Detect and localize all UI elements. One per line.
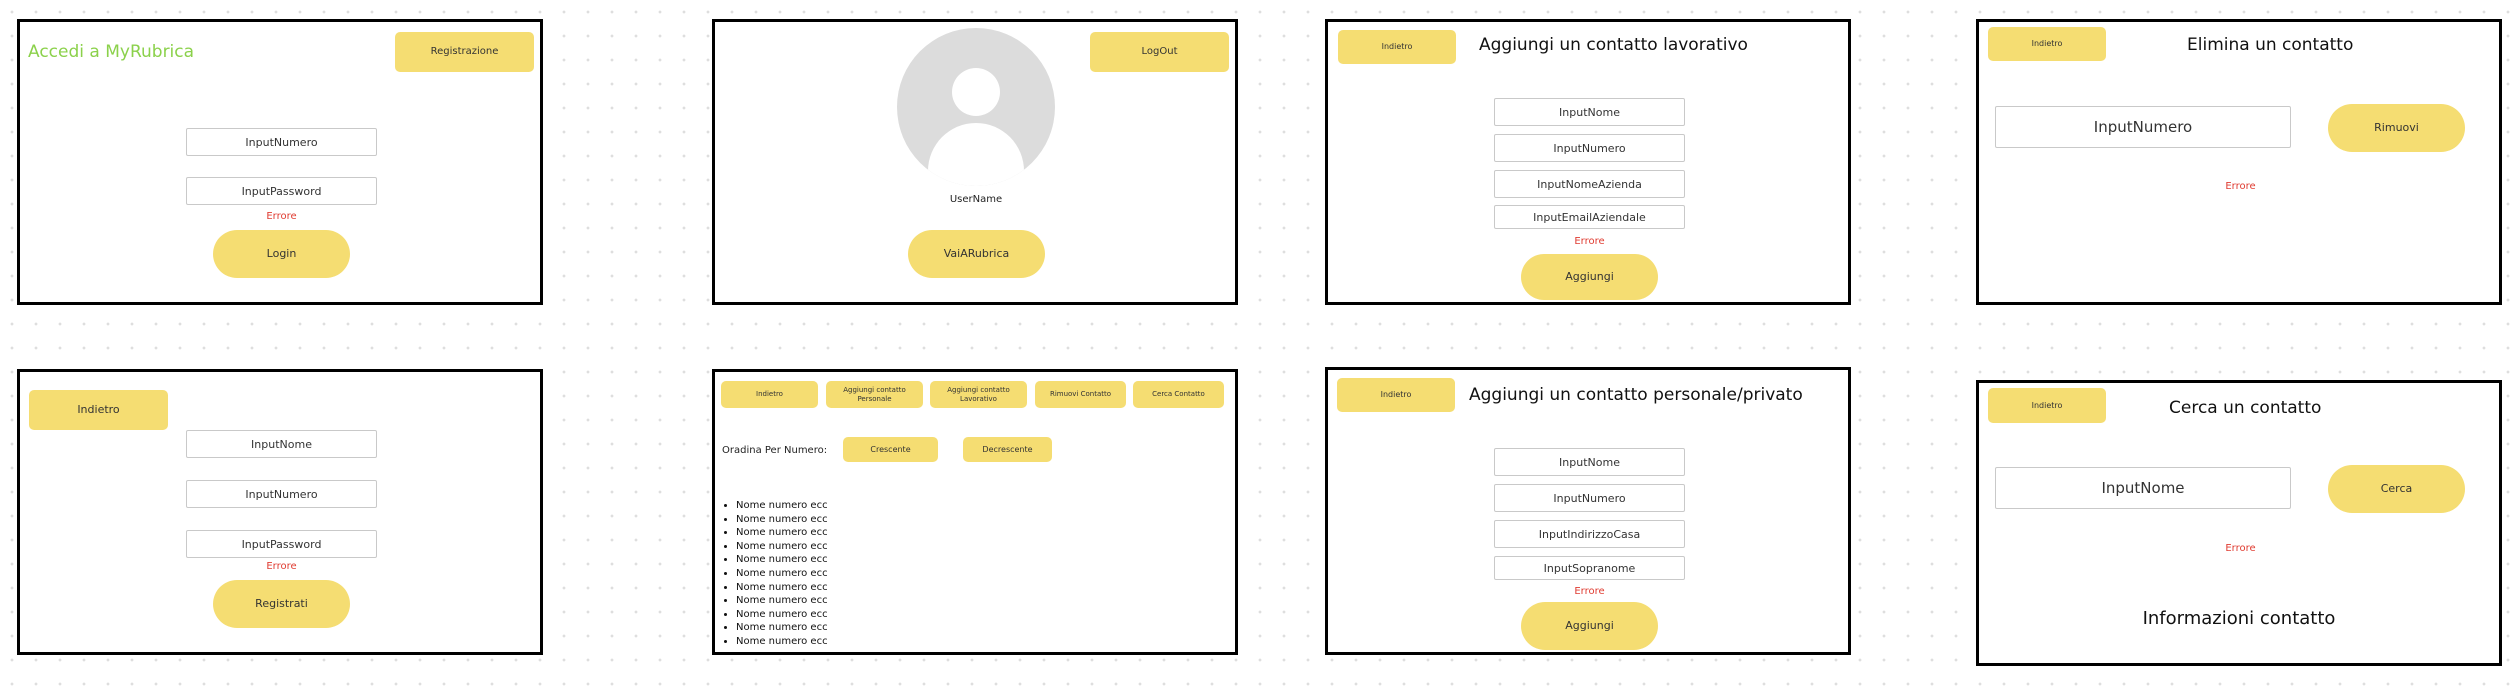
name-input[interactable]: InputNome [1995,467,2291,509]
avatar-body [928,123,1024,186]
list-item[interactable]: Nome numero ecc [736,553,828,567]
sort-ascending-button[interactable]: Crescente [843,437,938,462]
contact-info-title: Informazioni contatto [2142,608,2336,629]
nav-back-button[interactable]: Indietro [721,381,818,408]
number-input[interactable]: InputNumero [1995,106,2291,148]
company-name-input[interactable]: InputNomeAzienda [1494,170,1685,198]
back-button[interactable]: Indietro [1337,378,1455,412]
nav-add-personal-button[interactable]: Aggiungi contatto Personale [826,381,923,408]
nav-add-work-button[interactable]: Aggiungi contatto Lavorativo [930,381,1027,408]
avatar-head [952,68,1000,116]
remove-button[interactable]: Rimuovi [2328,104,2465,152]
password-input[interactable]: InputPassword [186,530,377,558]
go-to-rubrica-button[interactable]: VaiARubrica [908,230,1045,278]
error-text: Errore [2225,181,2256,192]
list-item[interactable]: Nome numero ecc [736,499,828,513]
back-button[interactable]: Indietro [29,390,168,430]
registration-screen: Indietro InputNome InputNumero InputPass… [17,369,543,655]
error-text: Errore [1574,586,1605,597]
delete-title: Elimina un contatto [2187,35,2354,55]
error-text: Errore [1574,236,1605,247]
add-work-contact-screen: Indietro Aggiungi un contatto lavorativo… [1325,19,1851,305]
company-email-input[interactable]: InputEmailAziendale [1494,205,1685,229]
sort-descending-button[interactable]: Decrescente [963,437,1052,462]
nav-search-button[interactable]: Cerca Contatto [1133,381,1224,408]
number-input[interactable]: InputNumero [1494,484,1685,512]
back-button[interactable]: Indietro [1988,27,2106,61]
list-item[interactable]: Nome numero ecc [736,581,828,595]
logout-button[interactable]: LogOut [1090,32,1229,72]
profile-screen: LogOut UserName VaiARubrica [712,19,1238,305]
name-input[interactable]: InputNome [1494,98,1685,126]
register-button[interactable]: Registrati [213,580,350,628]
list-item[interactable]: Nome numero ecc [736,635,828,649]
add-button[interactable]: Aggiungi [1521,602,1658,650]
add-work-title: Aggiungi un contatto lavorativo [1479,35,1748,55]
list-item[interactable]: Nome numero ecc [736,567,828,581]
name-input[interactable]: InputNome [186,430,377,458]
list-item[interactable]: Nome numero ecc [736,594,828,608]
number-input[interactable]: InputNumero [186,128,377,156]
list-item[interactable]: Nome numero ecc [736,621,828,635]
error-text: Errore [2225,543,2256,554]
list-item[interactable]: Nome numero ecc [736,540,828,554]
avatar [897,28,1055,186]
add-personal-title: Aggiungi un contatto personale/privato [1469,385,1803,405]
login-title: Accedi a MyRubrica [28,42,195,62]
error-text: Errore [266,211,297,222]
back-button[interactable]: Indietro [1338,30,1456,64]
number-input[interactable]: InputNumero [1494,134,1685,162]
password-input[interactable]: InputPassword [186,177,377,205]
login-button[interactable]: Login [213,230,350,278]
contact-list: Nome numero ecc Nome numero ecc Nome num… [722,499,828,649]
nickname-input[interactable]: InputSopranome [1494,556,1685,580]
delete-contact-screen: Indietro Elimina un contatto InputNumero… [1976,19,2502,305]
list-item[interactable]: Nome numero ecc [736,608,828,622]
nav-remove-button[interactable]: Rimuovi Contatto [1035,381,1126,408]
list-item[interactable]: Nome numero ecc [736,513,828,527]
rubrica-screen: Indietro Aggiungi contatto Personale Agg… [712,369,1238,655]
username-label: UserName [949,194,1003,205]
home-address-input[interactable]: InputIndirizzoCasa [1494,520,1685,548]
search-contact-screen: Indietro Cerca un contatto InputNome Cer… [1976,380,2502,666]
list-item[interactable]: Nome numero ecc [736,526,828,540]
registration-button[interactable]: Registrazione [395,32,534,72]
sort-label: Oradina Per Numero: [722,445,828,456]
error-text: Errore [266,561,297,572]
back-button[interactable]: Indietro [1988,388,2106,423]
search-button[interactable]: Cerca [2328,465,2465,513]
search-title: Cerca un contatto [2169,398,2322,418]
name-input[interactable]: InputNome [1494,448,1685,476]
number-input[interactable]: InputNumero [186,480,377,508]
add-personal-contact-screen: Indietro Aggiungi un contatto personale/… [1325,367,1851,655]
login-screen: Accedi a MyRubrica Registrazione InputNu… [17,19,543,305]
add-button[interactable]: Aggiungi [1521,254,1658,300]
